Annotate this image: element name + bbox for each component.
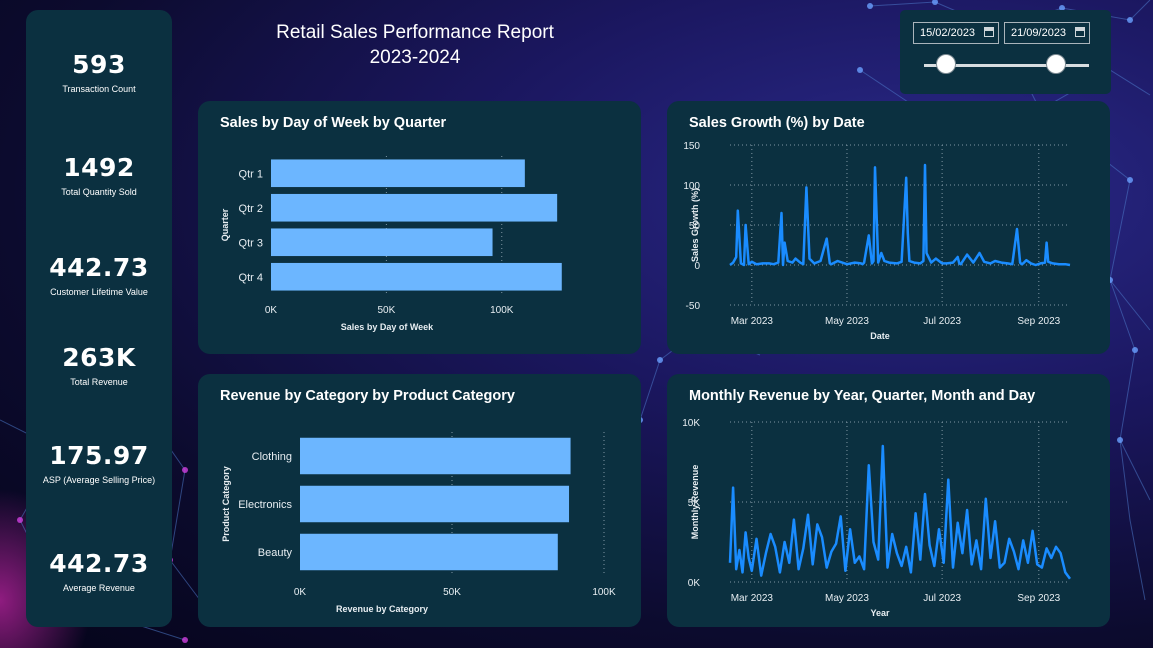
kpi-label: Transaction Count [62, 84, 136, 94]
date-range-slicer: 15/02/2023 21/09/2023 [900, 10, 1111, 94]
category-label: Qtr 1 [239, 168, 263, 180]
calendar-icon[interactable] [1075, 27, 1085, 37]
series-line [728, 444, 1072, 580]
kpi-value: 263K [62, 343, 136, 372]
x-tick-label: 0K [265, 305, 278, 316]
bar [300, 485, 570, 523]
sales-by-quarter-chart[interactable]: 0K 50K 100KQtr 1Qtr 2Qtr 3Qtr 4Sales by Da… [198, 101, 641, 354]
y-tick-label: 10K [682, 418, 700, 429]
calendar-icon[interactable] [984, 27, 994, 37]
x-axis-title: Year [870, 608, 890, 618]
category-label: Qtr 2 [239, 203, 263, 215]
chart-card-monthly-revenue: Monthly Revenue by Year, Quarter, Month … [667, 374, 1110, 627]
kpi-label: Customer Lifetime Value [50, 287, 148, 297]
x-tick-label: Sep 2023 [1017, 316, 1060, 327]
kpi-total-quantity-sold[interactable]: 1492 Total Quantity Sold [26, 153, 172, 197]
x-tick-label: Jul 2023 [923, 593, 961, 604]
bar [271, 159, 525, 188]
report-title-line: Retail Sales Performance Report [276, 22, 554, 43]
kpi-panel: 593 Transaction Count 1492 Total Quantit… [26, 10, 172, 627]
x-tick-label: 50K [443, 587, 461, 598]
kpi-value: 442.73 [49, 549, 149, 578]
y-axis-title: Product Category [221, 466, 231, 542]
category-label: Clothing [252, 451, 292, 463]
bar [300, 437, 571, 475]
x-tick-label: May 2023 [825, 593, 869, 604]
report-subtitle: 2023-2024 [369, 47, 461, 68]
sales-growth-chart[interactable]: -50050100150Mar 2023 May 2023 Jul 2023 Sep … [667, 101, 1110, 354]
range-end-handle[interactable] [1045, 54, 1066, 74]
start-date-value: 15/02/2023 [920, 27, 976, 39]
x-axis-title: Date [870, 331, 890, 341]
category-label: Qtr 4 [239, 272, 263, 284]
end-date-field[interactable]: 21/09/2023 [1004, 22, 1090, 44]
kpi-value: 593 [72, 50, 126, 79]
kpi-label: Average Revenue [63, 583, 135, 593]
bar [271, 262, 562, 291]
kpi-label: ASP (Average Selling Price) [42, 475, 156, 485]
start-date-field[interactable]: 15/02/2023 [913, 22, 999, 44]
chart-card-sales-growth: Sales Growth (%) by Date -50 0 50 100 150 Mar… [667, 101, 1110, 354]
x-tick-label: 100K [592, 587, 616, 598]
chart-card-revenue-by-category: Revenue by Category by Product Category … [198, 374, 641, 627]
y-axis-title: Sales Growth (%) [690, 188, 700, 262]
category-label: Beauty [258, 547, 293, 559]
kpi-asp[interactable]: 175.97 ASP (Average Selling Price) [26, 441, 172, 485]
y-tick-label: 0K [688, 578, 701, 589]
kpi-customer-lifetime-value[interactable]: 442.73 Customer Lifetime Value [26, 253, 172, 297]
x-tick-label: 0K [294, 587, 307, 598]
x-tick-label: 50K [377, 305, 395, 316]
kpi-transaction-count[interactable]: 593 Transaction Count [26, 50, 172, 94]
x-axis-title: Revenue by Category [336, 604, 428, 614]
y-axis-title: Monthly Revenue [690, 465, 700, 540]
bar [271, 193, 558, 222]
category-label: Electronics [238, 499, 292, 511]
monthly-revenue-chart[interactable]: 0K5K10KMar 2023 May 2023 Jul 2023 Sep 2023Y… [667, 374, 1110, 627]
bar [271, 228, 493, 257]
x-tick-label: Jul 2023 [923, 316, 961, 327]
y-tick-label: 150 [683, 141, 700, 152]
x-axis-title: Sales by Day of Week [341, 322, 434, 332]
kpi-total-revenue[interactable]: 263K Total Revenue [26, 343, 172, 387]
y-tick-label: -50 [686, 301, 701, 312]
kpi-label: Total Quantity Sold [61, 187, 137, 197]
kpi-value: 442.73 [49, 253, 149, 282]
kpi-value: 1492 [63, 153, 135, 182]
x-tick-label: May 2023 [825, 316, 869, 327]
x-tick-label: Mar 2023 [731, 593, 774, 604]
kpi-value: 175.97 [49, 441, 149, 470]
kpi-label: Total Revenue [70, 377, 128, 387]
end-date-value: 21/09/2023 [1011, 27, 1067, 39]
category-label: Qtr 3 [239, 237, 263, 249]
report-title: Retail Sales Performance Report 2023-202… [250, 20, 580, 70]
chart-card-sales-by-quarter: Sales by Day of Week by Quarter 0K 50K 100… [198, 101, 641, 354]
kpi-average-revenue[interactable]: 442.73 Average Revenue [26, 549, 172, 593]
range-start-handle[interactable] [936, 54, 956, 74]
x-tick-label: Mar 2023 [731, 316, 774, 327]
x-tick-label: Sep 2023 [1017, 593, 1060, 604]
x-tick-label: 100K [490, 305, 514, 316]
series-line [729, 163, 1071, 267]
y-axis-title: Quarter [220, 208, 230, 241]
revenue-by-category-chart[interactable]: 0K 50K 100KClothingElectronicsBeautyRevenu… [198, 374, 641, 627]
bar [300, 533, 558, 571]
